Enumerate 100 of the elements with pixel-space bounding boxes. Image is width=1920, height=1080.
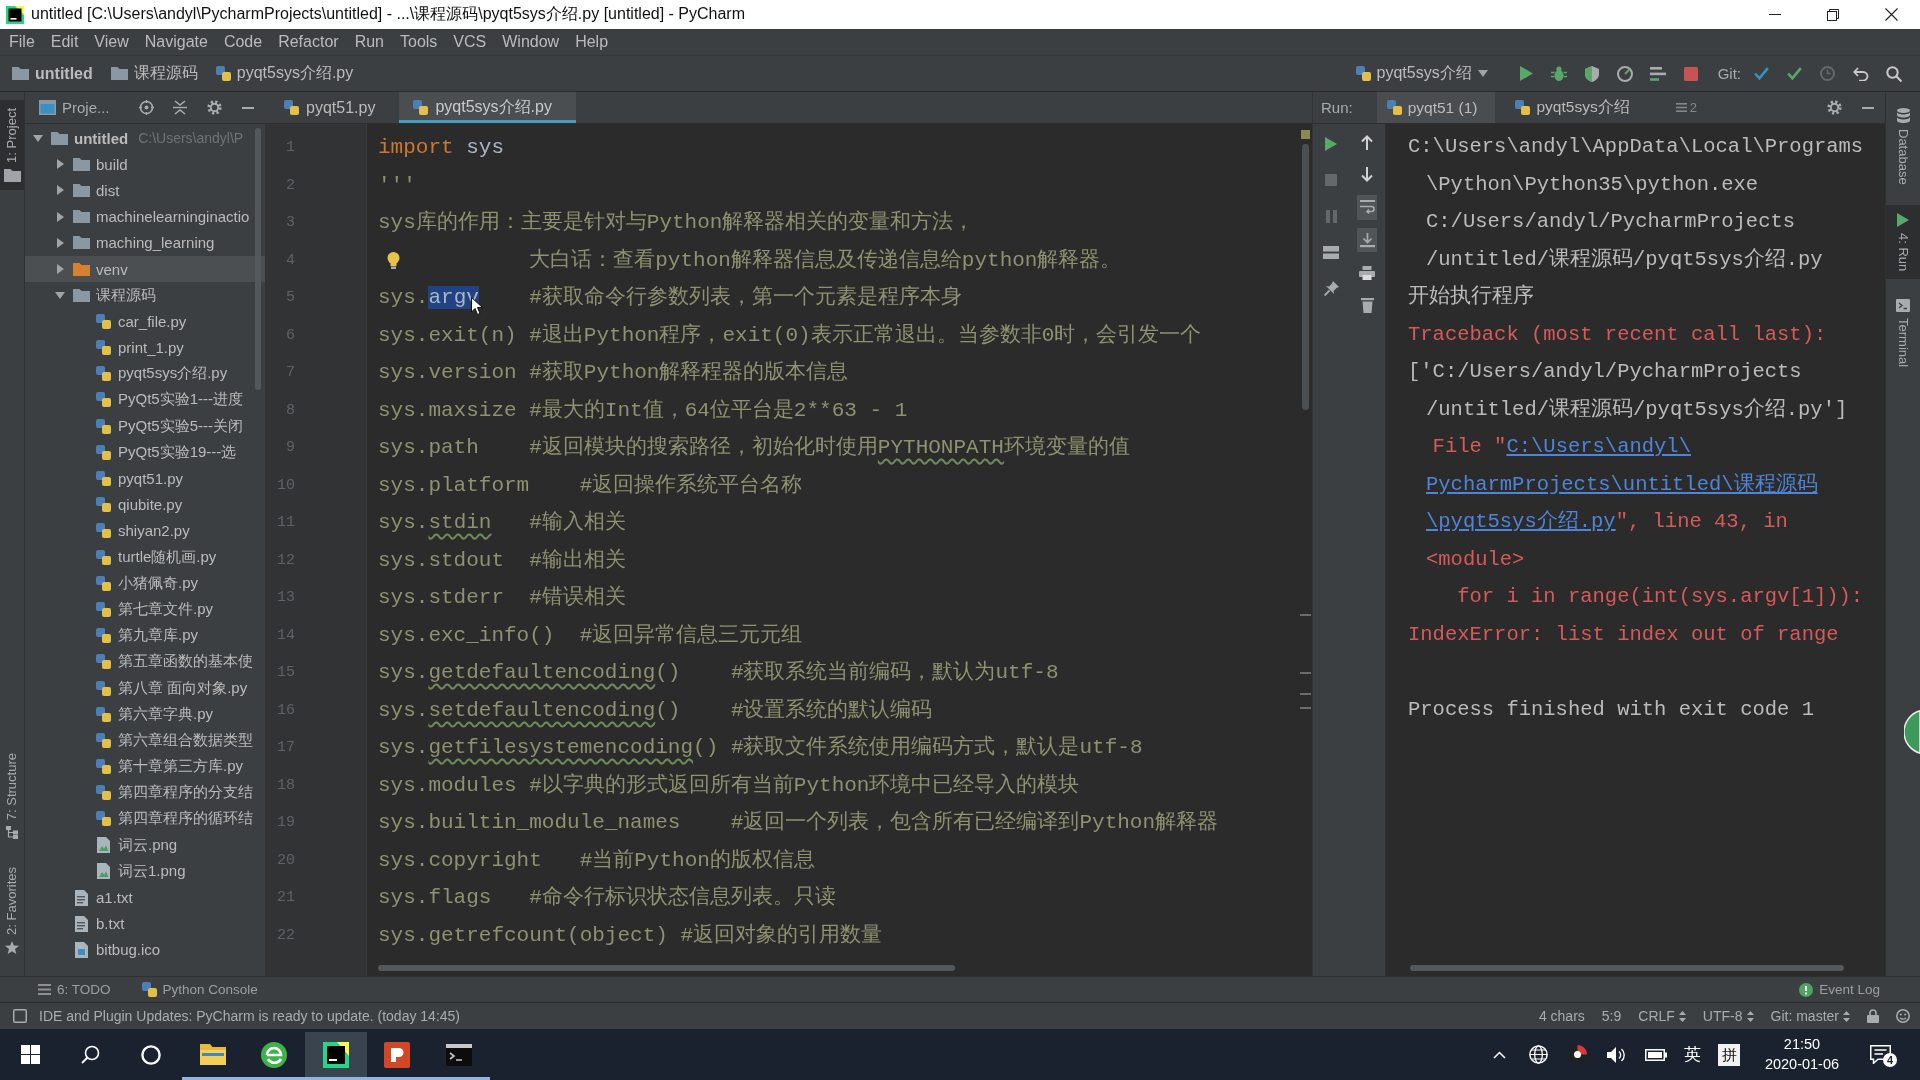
caret-right-icon[interactable] [56, 237, 64, 248]
caret-right-icon[interactable] [56, 211, 64, 222]
menu-item[interactable]: Help [567, 29, 617, 55]
battery-icon[interactable] [1644, 1048, 1667, 1061]
tree-item[interactable]: 第九章库.py [25, 622, 265, 649]
play-icon[interactable] [1325, 137, 1337, 151]
settings-icon[interactable] [1826, 100, 1842, 115]
chevron-up-icon[interactable] [1493, 1050, 1506, 1059]
tree-item[interactable]: 第七章文件.py [25, 596, 265, 623]
tree-item[interactable]: shiyan2.py [25, 517, 265, 544]
file-link[interactable]: C:\Users\andyl\ [1506, 435, 1691, 458]
gauge-icon[interactable] [1617, 65, 1634, 82]
up-arrow-icon[interactable] [1361, 134, 1373, 150]
layout-icon[interactable] [1323, 245, 1339, 259]
tree-item[interactable]: maching_learning [25, 229, 265, 256]
globe-icon[interactable] [1529, 1045, 1548, 1064]
lightbulb-icon[interactable] [387, 251, 400, 269]
tool-window-tab[interactable]: 2: Favorites [0, 859, 24, 962]
undo-icon[interactable] [1852, 66, 1869, 81]
menu-item[interactable]: Navigate [136, 29, 216, 55]
tree-item[interactable]: car_file.py [25, 308, 265, 335]
tree-item[interactable]: PyQt5实验5---关闭 [25, 413, 265, 440]
input-method-button[interactable]: 英 [1675, 1029, 1710, 1080]
editor-tab[interactable]: pyqt51.py [270, 92, 400, 123]
tree-item[interactable]: qiubite.py [25, 491, 265, 518]
input-mode-button[interactable]: 拼 [1718, 1043, 1740, 1066]
scrollbar[interactable] [1410, 965, 1844, 971]
check-icon[interactable] [1787, 67, 1802, 80]
tree-item[interactable]: PyQt5实验19---选 [25, 439, 265, 466]
run-config-dropdown[interactable]: pyqt5sys介绍 [1355, 63, 1488, 84]
pin-icon[interactable] [1323, 280, 1339, 296]
file-link[interactable]: PycharmProjects\untitled\课程源码 [1426, 472, 1818, 496]
status-dropdown[interactable]: CRLF [1638, 1008, 1686, 1024]
tree-item[interactable]: machinelearninginactio [25, 203, 265, 230]
collapse-icon[interactable] [173, 100, 187, 115]
tree-item[interactable]: 第四章程序的循环结 [25, 805, 265, 833]
tool-window-tab[interactable]: Terminal [1886, 290, 1920, 376]
stop-icon[interactable] [1684, 66, 1699, 81]
lock-icon[interactable] [1867, 1009, 1879, 1023]
file-link[interactable]: \pyqt5sys介绍.py [1426, 510, 1616, 533]
tree-item[interactable]: 小猪佩奇.py [25, 570, 265, 597]
trash-icon[interactable] [1360, 297, 1374, 313]
caret-down-icon[interactable] [55, 291, 65, 299]
scrollbar[interactable] [255, 128, 261, 390]
wrap-icon[interactable] [1359, 200, 1375, 215]
menu-item[interactable]: VCS [445, 29, 495, 55]
tool-window-button[interactable]: 6: TODO [38, 982, 111, 997]
menu-item[interactable]: Code [215, 29, 271, 55]
tree-item[interactable]: 词云.png [25, 832, 265, 859]
down-arrow-icon[interactable] [1361, 167, 1373, 183]
tree-item[interactable]: turtle随机画.py [25, 544, 265, 571]
bug-icon[interactable] [1551, 65, 1568, 82]
breadcrumb[interactable]: untitled [12, 64, 93, 83]
check-icon[interactable] [1754, 67, 1769, 80]
clock[interactable]: 21:50 2020-01-06 [1748, 1029, 1856, 1080]
tree-item[interactable]: a1.txt [25, 884, 265, 911]
hidden-tabs-button[interactable]: 2 [1675, 92, 1697, 123]
run-tab[interactable]: pyqt51 (1) [1376, 92, 1496, 123]
play-icon[interactable] [1519, 66, 1533, 81]
tree-item[interactable]: b.txt [25, 910, 265, 937]
status-dropdown[interactable]: UTF-8 [1702, 1008, 1754, 1024]
tool-window-button[interactable]: Python Console [141, 982, 258, 997]
tree-item[interactable]: 课程源码 [25, 282, 265, 309]
tree-item[interactable]: pyqt5sys介绍.py [25, 360, 265, 387]
tree-item[interactable]: 第八章 面向对象.py [25, 674, 265, 702]
face-icon[interactable] [1896, 1009, 1910, 1023]
tree-item[interactable]: PyQt5实验1---进度 [25, 386, 265, 414]
caret-right-icon[interactable] [56, 185, 64, 196]
menu-item[interactable]: File [1, 29, 43, 55]
caret-right-icon[interactable] [56, 159, 64, 170]
scroll-end-icon[interactable] [1359, 232, 1375, 248]
notifications-button[interactable]: 4 [1856, 1029, 1904, 1080]
settings-icon[interactable] [206, 100, 222, 115]
status-dropdown[interactable]: Git: master [1770, 1008, 1850, 1024]
tree-item[interactable]: 第十章第三方库.py [25, 753, 265, 780]
search-icon[interactable] [1885, 65, 1902, 82]
tree-item[interactable]: pyqt51.py [25, 465, 265, 492]
tree-item[interactable]: venv [25, 255, 265, 283]
taskbar-app[interactable] [305, 1029, 367, 1080]
tool-window-tab[interactable]: Database [1886, 100, 1920, 193]
tree-item[interactable]: bitbug.ico [25, 936, 265, 963]
tree-item[interactable]: 第六章字典.py [25, 701, 265, 728]
breadcrumb[interactable]: 课程源码 [110, 63, 198, 84]
menu-item[interactable]: Tools [392, 29, 446, 55]
tree-item[interactable]: 词云1.png [25, 858, 265, 885]
caret-down-icon[interactable] [33, 134, 43, 142]
menu-item[interactable]: Window [494, 29, 568, 55]
tree-item[interactable]: dist [25, 177, 265, 204]
minus-icon[interactable] [1862, 106, 1874, 109]
target-icon[interactable] [138, 100, 154, 115]
shield-icon[interactable] [1585, 65, 1600, 82]
caret-right-icon[interactable] [56, 264, 64, 275]
volume-icon[interactable] [1607, 1046, 1626, 1063]
tool-window-button[interactable]: Event Log [1799, 982, 1880, 997]
scrollbar[interactable] [378, 965, 955, 971]
tree-item[interactable]: 第五章函数的基本使 [25, 648, 265, 675]
tool-window-tab[interactable]: 1: Project [0, 100, 24, 190]
menu-item[interactable]: View [86, 29, 137, 55]
tree-item[interactable]: 第四章程序的分支结 [25, 779, 265, 806]
status-button[interactable]: 5:9 [1601, 1008, 1622, 1024]
